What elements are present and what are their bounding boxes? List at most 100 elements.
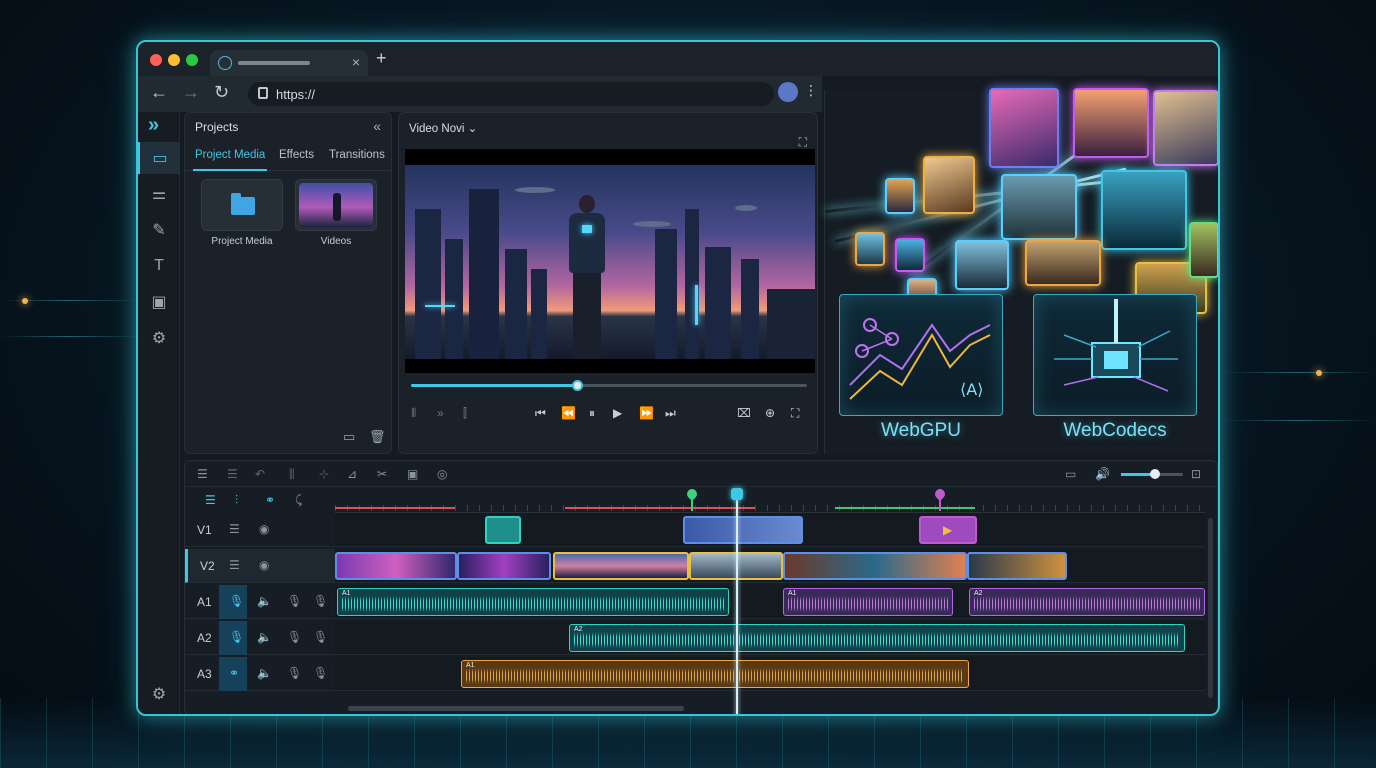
audio-clip[interactable]: A1 bbox=[461, 660, 969, 688]
marker-out-icon[interactable]: ⫿ bbox=[463, 406, 467, 421]
track-lane-a2[interactable]: A2 bbox=[335, 621, 1205, 655]
marker-in-icon[interactable]: ⦀ bbox=[411, 406, 416, 421]
ripple-icon[interactable]: ⊹ bbox=[319, 467, 329, 481]
eyedropper-icon[interactable]: ✎ bbox=[138, 214, 180, 246]
mic-icon[interactable]: 🎙 bbox=[313, 666, 328, 680]
video-clip[interactable] bbox=[457, 552, 551, 580]
mic-icon[interactable]: 🎙 bbox=[313, 594, 328, 608]
close-window-button[interactable] bbox=[150, 54, 162, 66]
mic-icon[interactable]: 🎙 bbox=[313, 630, 328, 644]
video-clip[interactable] bbox=[683, 516, 803, 544]
volume-icon[interactable]: 🔊 bbox=[1095, 467, 1110, 481]
tab-project-media[interactable]: Project Media bbox=[195, 149, 265, 161]
audio-clip[interactable]: A2 bbox=[569, 624, 1185, 652]
mic-icon[interactable]: 🎙 bbox=[229, 630, 244, 644]
profile-avatar[interactable] bbox=[778, 82, 798, 102]
audio-clip[interactable]: A2 bbox=[969, 588, 1205, 616]
gear-icon[interactable]: ⚙ bbox=[138, 322, 180, 354]
close-tab-icon[interactable]: × bbox=[352, 54, 360, 70]
speaker-icon[interactable]: 🔈 bbox=[257, 594, 272, 608]
minimize-window-button[interactable] bbox=[168, 54, 180, 66]
skip-forward-icon[interactable]: ⏭ bbox=[665, 406, 676, 421]
mic-icon[interactable]: 🎙 bbox=[287, 630, 302, 644]
tab-effects[interactable]: Effects bbox=[279, 149, 314, 161]
playhead-handle[interactable] bbox=[731, 488, 743, 500]
video-clip[interactable] bbox=[967, 552, 1067, 580]
list-icon[interactable]: ☰ bbox=[197, 467, 208, 481]
razor-icon[interactable]: ✂ bbox=[377, 467, 387, 481]
project-media-folder[interactable] bbox=[201, 179, 283, 231]
vertical-scrollbar[interactable] bbox=[1208, 518, 1213, 698]
tab-transitions[interactable]: Transitions bbox=[329, 149, 385, 161]
track-lane-a1[interactable]: A1 A1 A2 bbox=[335, 585, 1205, 619]
sequence-selector[interactable]: Video Novi ⌄ bbox=[409, 121, 477, 135]
clapperboard-icon[interactable]: ▣ bbox=[138, 286, 180, 318]
video-canvas[interactable] bbox=[405, 149, 815, 373]
settings-gear-icon[interactable]: ⚙ bbox=[138, 678, 180, 710]
audio-mix-icon[interactable]: ⫶ bbox=[235, 493, 238, 508]
fit-screen-icon[interactable]: ⛶ bbox=[791, 406, 799, 421]
align-icon[interactable]: ☰ bbox=[227, 467, 238, 481]
horizontal-scrollbar[interactable] bbox=[348, 706, 684, 711]
video-clip[interactable]: ▶ bbox=[919, 516, 977, 544]
skip-back-icon[interactable]: ⏮ bbox=[535, 406, 546, 421]
track-lane-v1[interactable]: ▶ bbox=[335, 513, 1205, 547]
videos-item[interactable] bbox=[295, 179, 377, 231]
tracks-list-icon[interactable]: ☰ bbox=[205, 493, 216, 507]
text-tool-icon[interactable]: T bbox=[138, 250, 180, 282]
timeline-marker[interactable] bbox=[939, 489, 941, 511]
url-bar[interactable]: https:// bbox=[248, 82, 774, 106]
browser-menu-icon[interactable]: ⋮ bbox=[804, 82, 818, 99]
video-clip[interactable] bbox=[783, 552, 967, 580]
video-clip[interactable] bbox=[553, 552, 689, 580]
new-tab-button[interactable]: + bbox=[376, 48, 387, 69]
track-list-icon[interactable]: ☰ bbox=[229, 558, 240, 572]
link-icon[interactable]: ⚭ bbox=[229, 666, 239, 680]
speaker-icon[interactable]: 🔈 bbox=[257, 630, 272, 644]
video-clip[interactable] bbox=[485, 516, 521, 544]
track-list-icon[interactable]: ☰ bbox=[229, 522, 240, 536]
caption-icon[interactable]: ▣ bbox=[407, 467, 418, 481]
track-lane-a3[interactable]: A1 bbox=[335, 657, 1205, 691]
timeline-zoom-slider[interactable] bbox=[1121, 469, 1183, 479]
forward-button[interactable]: → bbox=[182, 82, 200, 103]
trim-icon[interactable]: ⊿ bbox=[347, 467, 357, 481]
playback-scrubber[interactable] bbox=[411, 380, 807, 391]
timeline-marker[interactable] bbox=[691, 489, 693, 511]
pause-icon[interactable]: ⏸ bbox=[589, 406, 595, 421]
magnet-icon[interactable]: ⤹ bbox=[295, 493, 302, 508]
render-icon[interactable]: ▭ bbox=[1065, 467, 1076, 481]
fullscreen-icon[interactable]: ⛶ bbox=[799, 135, 807, 150]
reload-button[interactable]: ↻ bbox=[214, 82, 229, 103]
play-icon[interactable]: ▶ bbox=[613, 406, 622, 420]
camera-icon[interactable]: ⌧ bbox=[737, 406, 751, 420]
rewind-icon[interactable]: ⏪ bbox=[561, 406, 576, 420]
audio-clip[interactable]: A1 bbox=[337, 588, 729, 616]
trash-icon[interactable]: 🗑 bbox=[369, 429, 386, 445]
eye-icon[interactable]: ◉ bbox=[259, 558, 269, 572]
adjustments-icon[interactable]: ⚌ bbox=[138, 178, 180, 210]
eye-icon[interactable]: ◉ bbox=[259, 522, 269, 536]
browser-tab[interactable]: × bbox=[210, 50, 368, 76]
zoom-icon[interactable]: ⊕ bbox=[765, 406, 775, 420]
split-icon[interactable]: ⫼ bbox=[289, 467, 295, 482]
undo-icon[interactable]: ↶ bbox=[255, 467, 265, 481]
fast-forward-icon[interactable]: ⏩ bbox=[639, 406, 654, 420]
audio-clip[interactable]: A1 bbox=[783, 588, 953, 616]
mic-icon[interactable]: 🎙 bbox=[287, 666, 302, 680]
back-button[interactable]: ← bbox=[150, 82, 168, 103]
fast-forward-dim-icon[interactable]: » bbox=[437, 406, 444, 420]
speaker-icon[interactable]: 🔈 bbox=[257, 666, 272, 680]
mic-icon[interactable]: 🎙 bbox=[229, 594, 244, 608]
scrubber-handle[interactable] bbox=[572, 380, 584, 391]
maximize-window-button[interactable] bbox=[186, 54, 198, 66]
time-ruler[interactable] bbox=[335, 487, 1205, 513]
snapshot-icon[interactable]: ◎ bbox=[437, 467, 447, 481]
media-folder-icon[interactable]: ▭ bbox=[138, 142, 180, 174]
video-clip[interactable] bbox=[335, 552, 457, 580]
mic-icon[interactable]: 🎙 bbox=[287, 594, 302, 608]
fit-timeline-icon[interactable]: ⊡ bbox=[1191, 467, 1201, 481]
track-header-v2[interactable]: V2 ☰ ◉ bbox=[185, 549, 335, 583]
zoom-handle[interactable] bbox=[1150, 469, 1161, 479]
track-lane-v2[interactable] bbox=[335, 549, 1205, 583]
